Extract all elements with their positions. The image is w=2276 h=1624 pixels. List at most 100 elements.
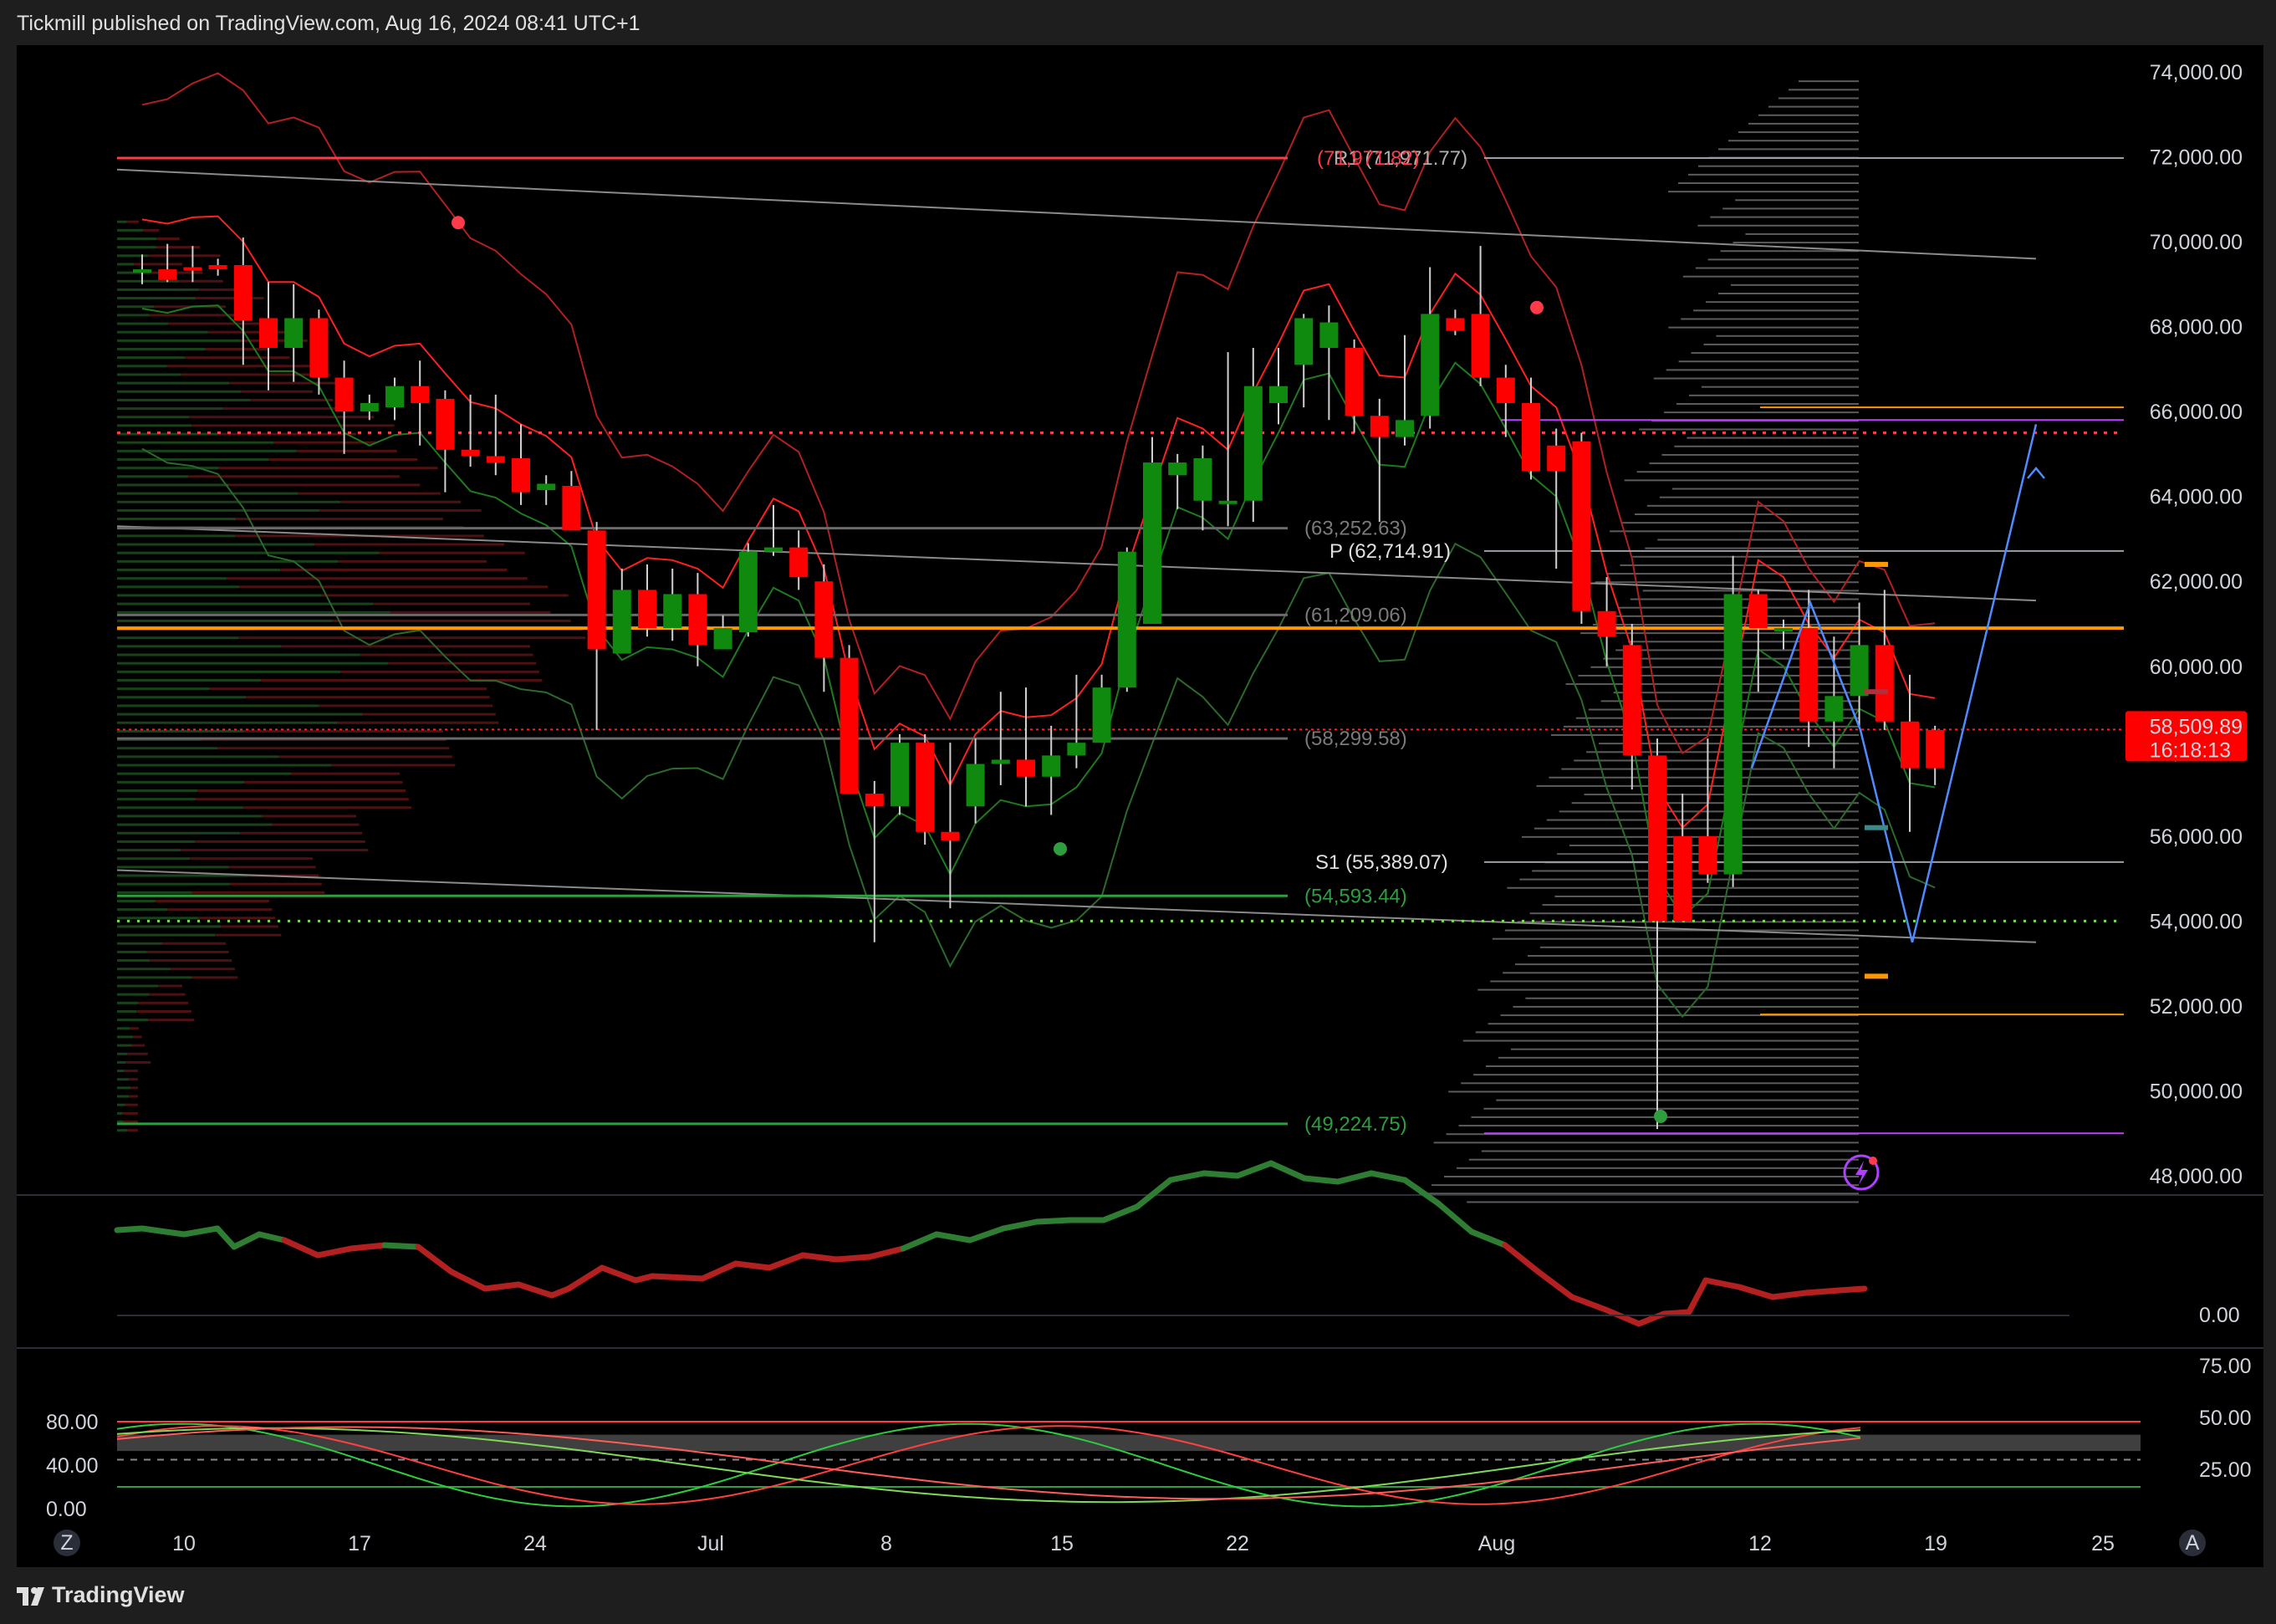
oscillator-1-segment <box>699 1260 739 1282</box>
profile-bar-sell <box>136 1010 191 1013</box>
price-tick-label: 72,000.00 <box>2150 146 2243 170</box>
oscillator-1-segment <box>314 1245 355 1259</box>
profile-bar-right <box>1636 471 1859 473</box>
profile-bar-right <box>1701 386 1859 388</box>
candle-body <box>1117 551 1136 688</box>
candle-body <box>1168 462 1187 476</box>
profile-bar-buy <box>117 1070 125 1073</box>
profile-bar-right <box>1622 522 1859 524</box>
candle-body <box>1067 743 1086 756</box>
profile-bar-buy <box>117 780 244 784</box>
profile-bar-right <box>1789 89 1859 91</box>
profile-bar-right <box>1532 870 1859 872</box>
profile-bar-right <box>1668 191 1859 193</box>
level-label-5: (58,299.58) <box>1304 728 1407 750</box>
profile-bar-right <box>1448 1090 1859 1093</box>
profile-bar-sell <box>124 1070 138 1073</box>
profile-bar-sell <box>126 220 139 223</box>
profile-bar-buy <box>117 1044 132 1047</box>
candle-body <box>991 759 1010 764</box>
profile-bar-buy <box>117 424 192 427</box>
oscillator-1-segment <box>1661 1309 1692 1317</box>
profile-bar-sell <box>243 729 443 733</box>
price-tick-label: 64,000.00 <box>2150 486 2243 509</box>
oscillator-1-segment <box>1033 1217 1074 1225</box>
profile-bar-right <box>1473 1074 1859 1076</box>
price-axis: 74,000.00 72,000.00 70,000.00 68,000.00 66,0… <box>2125 61 2247 1188</box>
profile-bar-sell <box>229 381 351 385</box>
time-label-17: 17 <box>348 1532 371 1555</box>
level-label-4: (61,209.06) <box>1304 604 1407 626</box>
profile-bar-buy <box>117 500 341 503</box>
profile-bar-sell <box>360 653 533 656</box>
profile-bar-sell <box>196 798 409 801</box>
candle-body <box>1547 445 1566 472</box>
oscillator-2-right-tick: 50.00 <box>2199 1407 2252 1430</box>
profile-bar-right <box>1610 530 1859 533</box>
profile-bar-right <box>1529 912 1859 915</box>
candle-body <box>1673 835 1692 922</box>
oscillator-2-left-tick: 80.00 <box>46 1411 99 1434</box>
profile-bar-sell <box>242 806 412 809</box>
candle-body <box>461 449 480 457</box>
profile-bar-buy <box>117 806 243 809</box>
profile-bar-sell <box>222 407 354 411</box>
profile-bar-sell <box>230 882 322 886</box>
tradingview-logo[interactable]: TradingView <box>17 1582 185 1608</box>
profile-bar-sell <box>379 551 525 554</box>
profile-bar-right <box>1728 140 1859 142</box>
profile-bar-sell <box>146 950 229 953</box>
profile-bar-right <box>1645 547 1859 549</box>
candle-body <box>1875 645 1894 722</box>
profile-bar-sell <box>243 780 403 784</box>
profile-bar-buy <box>117 585 240 589</box>
profile-bar-sell <box>290 772 400 775</box>
profile-bar-sell <box>149 314 247 317</box>
profile-bar-right <box>1635 513 1859 515</box>
profile-bar-buy <box>117 1019 149 1022</box>
oscillator-1-segment <box>214 1225 237 1250</box>
chart-canvas[interactable]: R1 (71,971.77)(71,971.82)(63,252.63)P (6… <box>17 45 2263 1567</box>
profile-bar-right <box>1475 1031 1859 1034</box>
profile-bar-right <box>1525 997 1859 999</box>
profile-bar-buy <box>117 263 135 266</box>
profile-bar-right <box>1703 343 1859 345</box>
chart-panel[interactable]: R1 (71,971.77) (71,971.82) (63,252.63) P (6… <box>17 45 2263 1567</box>
profile-bar-buy <box>117 407 223 411</box>
profile-bar-sell <box>314 543 505 546</box>
price-tick-label: 56,000.00 <box>2150 825 2243 849</box>
oscillator-1-segment <box>1100 1203 1141 1223</box>
profile-bar-buy <box>117 1129 128 1132</box>
oscillator-1-zero-label: 0.00 <box>2199 1304 2240 1327</box>
candle-body <box>133 269 151 273</box>
profile-bar-sell <box>167 908 273 912</box>
oscillator-1-segment <box>649 1273 706 1282</box>
tradingview-brand: TradingView <box>52 1582 185 1607</box>
profile-bar-sell <box>158 984 182 988</box>
candle-body <box>941 831 960 840</box>
oscillator-1-segment <box>1401 1177 1442 1207</box>
profile-bar-sell <box>197 917 276 920</box>
profile-bar-sell <box>195 297 264 300</box>
oscillator-1-segment <box>799 1252 839 1263</box>
profile-bar-buy <box>117 1010 137 1013</box>
profile-bar-buy <box>117 908 168 912</box>
candle-body <box>1092 687 1111 743</box>
profile-bar-buy <box>117 645 282 648</box>
profile-bar-buy <box>117 968 171 971</box>
profile-marker <box>1865 973 1888 979</box>
profile-bar-right <box>1513 1005 1859 1008</box>
profile-bar-buy <box>117 381 230 385</box>
profile-bar-right <box>1748 122 1859 125</box>
candle-body <box>309 318 329 378</box>
candle-body <box>814 581 834 658</box>
profile-bar-buy <box>117 330 208 334</box>
profile-bar-buy <box>117 441 274 444</box>
profile-bar-buy <box>117 458 269 461</box>
profile-bar-sell <box>362 712 496 716</box>
candle-body <box>663 594 682 629</box>
time-label-19: 19 <box>1924 1532 1947 1555</box>
profile-bar-right <box>1481 1150 1859 1152</box>
oscillator-1-segment <box>833 1254 873 1263</box>
profile-bar-buy <box>117 559 339 563</box>
